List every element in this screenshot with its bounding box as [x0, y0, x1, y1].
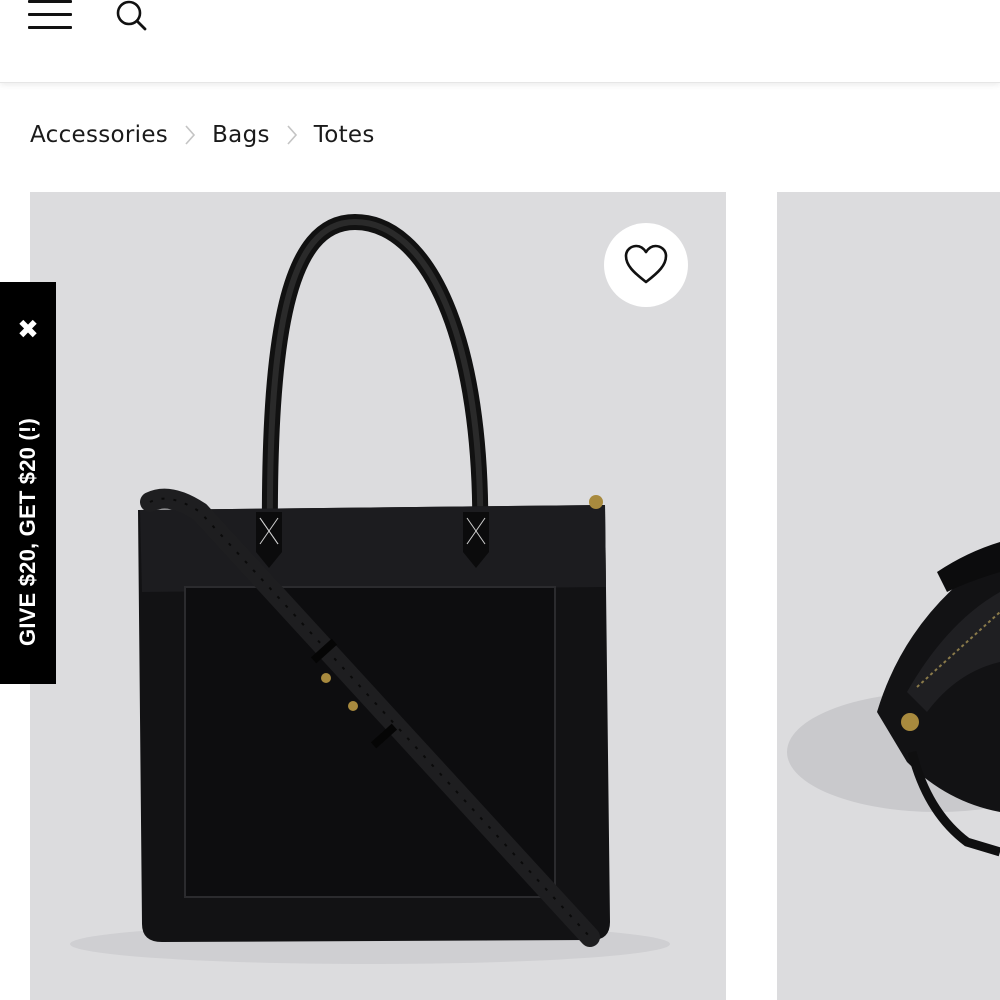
referral-promo-tab[interactable]: ✖ GIVE $20, GET $20 (!) — [0, 282, 56, 684]
heart-outline-icon — [624, 244, 668, 284]
hamburger-menu-icon[interactable] — [28, 0, 74, 34]
wishlist-button[interactable] — [604, 223, 688, 307]
breadcrumb-bags[interactable]: Bags — [212, 122, 270, 148]
promo-label[interactable]: GIVE $20, GET $20 (!) — [15, 418, 41, 646]
site-header — [0, 0, 1000, 83]
black-leather-tote-bag-image — [70, 213, 670, 964]
search-icon[interactable] — [112, 0, 152, 34]
chevron-right-icon — [174, 123, 206, 147]
close-icon[interactable]: ✖ — [0, 310, 56, 350]
breadcrumb: Accessories Bags Totes — [30, 118, 375, 152]
product-main-image[interactable] — [30, 192, 726, 1000]
breadcrumb-totes[interactable]: Totes — [314, 122, 375, 148]
chevron-right-icon — [276, 123, 308, 147]
breadcrumb-accessories[interactable]: Accessories — [30, 122, 168, 148]
product-secondary-image[interactable] — [777, 192, 1000, 1000]
black-leather-tote-bag-angled-image — [787, 542, 1000, 857]
